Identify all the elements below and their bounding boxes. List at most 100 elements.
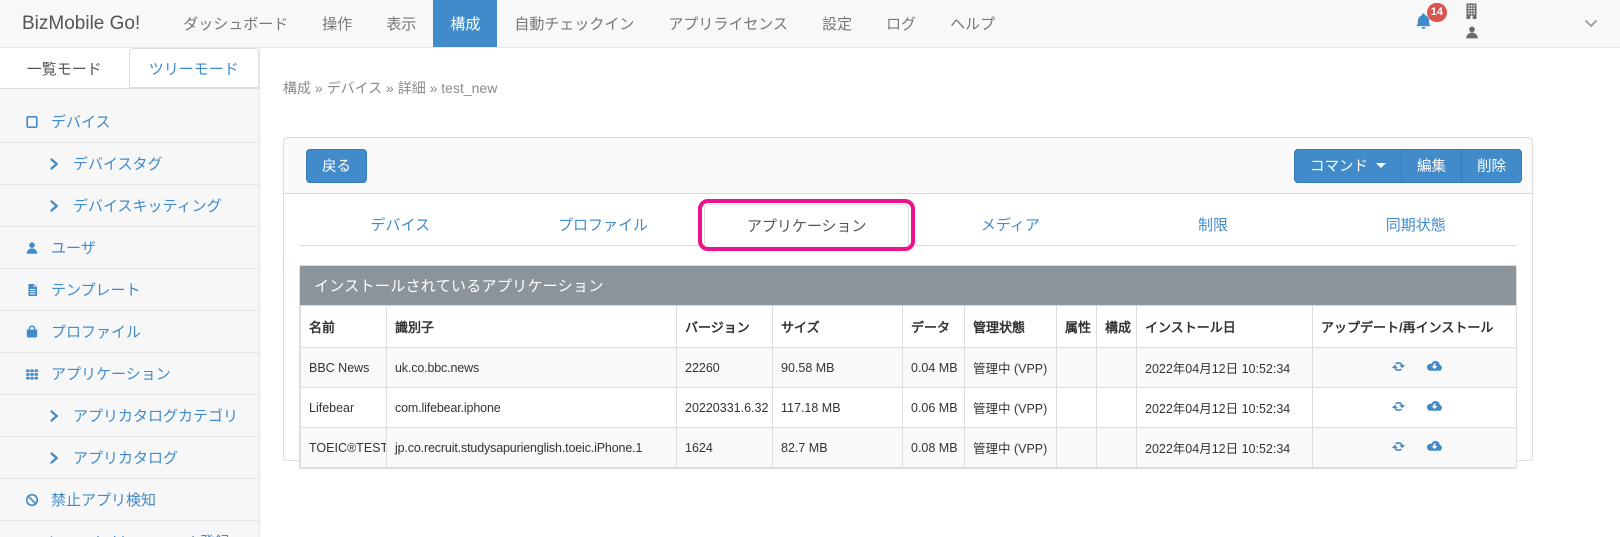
brand-logo[interactable]: BizMobile Go! bbox=[0, 0, 166, 47]
device-icon bbox=[22, 115, 42, 129]
cloud-download-icon bbox=[1426, 439, 1443, 456]
user-icon bbox=[22, 241, 42, 255]
column-header: データ bbox=[903, 306, 965, 348]
command-dropdown-button[interactable]: コマンド bbox=[1294, 149, 1402, 183]
detail-tab[interactable]: アプリケーション bbox=[704, 204, 909, 246]
delete-button[interactable]: 削除 bbox=[1462, 149, 1522, 183]
caret-down-icon bbox=[1376, 163, 1386, 168]
chevron-right-icon bbox=[44, 157, 64, 171]
update-app-button[interactable] bbox=[1391, 439, 1406, 457]
column-header: インストール日 bbox=[1137, 306, 1313, 348]
sidebar-item[interactable]: デバイス bbox=[0, 101, 259, 143]
detail-tab[interactable]: 同期状態 bbox=[1314, 204, 1517, 246]
detail-tab[interactable]: デバイス bbox=[299, 204, 502, 246]
back-button[interactable]: 戻る bbox=[306, 149, 367, 183]
nav-item[interactable]: ダッシュボード bbox=[166, 0, 305, 47]
detail-tab[interactable]: メディア bbox=[909, 204, 1112, 246]
sidebar-item[interactable]: アプリカタログ bbox=[0, 437, 259, 479]
sidebar-item[interactable]: アプリカタログカテゴリ bbox=[0, 395, 259, 437]
panel-toolbar: 戻る コマンド 編集 削除 bbox=[284, 138, 1532, 194]
reinstall-app-button[interactable] bbox=[1426, 399, 1443, 416]
apps-icon bbox=[22, 367, 42, 381]
sidebar-item-label: デバイスキッティング bbox=[73, 195, 222, 216]
cell-name: BBC News bbox=[301, 348, 387, 388]
cell-name: TOEIC®TEST bbox=[301, 428, 387, 468]
detail-tab-label: アプリケーション bbox=[747, 215, 867, 236]
detail-tab-label: メディア bbox=[981, 214, 1040, 235]
tab-tree-mode[interactable]: ツリーモード bbox=[129, 48, 260, 88]
main-menu: ダッシュボード操作表示構成自動チェックインアプリライセンス設定ログヘルプ bbox=[166, 0, 1012, 47]
column-header: 管理状態 bbox=[965, 306, 1057, 348]
organization-user-button[interactable] bbox=[1464, 3, 1479, 44]
cell-data: 0.08 MB bbox=[903, 428, 965, 468]
chevron-right-icon bbox=[44, 199, 64, 213]
detail-tab[interactable]: プロファイル bbox=[502, 204, 705, 246]
reinstall-app-button[interactable] bbox=[1426, 439, 1443, 456]
sidebar: 一覧モードツリーモード デバイスデバイスタグデバイスキッティングユーザテンプレー… bbox=[0, 48, 260, 537]
nav-item[interactable]: ヘルプ bbox=[933, 0, 1012, 47]
edit-button[interactable]: 編集 bbox=[1402, 149, 1462, 183]
device-detail-panel: 戻る コマンド 編集 削除 デバイス プロファイル アプリケーション メディア 制限 同期… bbox=[283, 137, 1533, 461]
cell-size: 117.18 MB bbox=[773, 388, 903, 428]
detail-tab-label: 制限 bbox=[1198, 214, 1228, 235]
navbar-right: 14 bbox=[1413, 0, 1620, 47]
cell-installed: 2022年04月12日 10:52:34 bbox=[1137, 348, 1313, 388]
column-header: アップデート/再インストール bbox=[1313, 306, 1518, 348]
cell-identifier: uk.co.bbc.news bbox=[387, 348, 677, 388]
column-header: サイズ bbox=[773, 306, 903, 348]
notifications-button[interactable]: 14 bbox=[1413, 12, 1434, 36]
sidebar-item[interactable]: アプリケーション bbox=[0, 353, 259, 395]
sidebar-item[interactable]: デバイスタグ bbox=[0, 143, 259, 185]
sidebar-item[interactable]: Android zero-touch登録 bbox=[0, 521, 259, 537]
cloud-download-icon bbox=[1426, 359, 1443, 376]
notification-badge: 14 bbox=[1427, 3, 1447, 22]
sidebar-item-label: テンプレート bbox=[51, 279, 141, 300]
refresh-icon bbox=[1391, 439, 1406, 457]
nav-item[interactable]: 操作 bbox=[305, 0, 369, 47]
sidebar-item[interactable]: プロファイル bbox=[0, 311, 259, 353]
cell-attr bbox=[1057, 348, 1097, 388]
installed-apps-panel: インストールされているアプリケーション 名前識別子バージョンサイズデータ管理状態… bbox=[299, 265, 1517, 469]
reinstall-app-button[interactable] bbox=[1426, 359, 1443, 376]
table-header-row: 名前識別子バージョンサイズデータ管理状態属性構成インストール日アップデート/再イ… bbox=[301, 306, 1518, 348]
sidebar-item-label: デバイスタグ bbox=[73, 153, 163, 174]
tab-list-mode[interactable]: 一覧モード bbox=[0, 48, 129, 88]
installed-apps-table: 名前識別子バージョンサイズデータ管理状態属性構成インストール日アップデート/再イ… bbox=[300, 305, 1517, 468]
nav-item[interactable]: 設定 bbox=[805, 0, 869, 47]
nav-item[interactable]: ログ bbox=[869, 0, 933, 47]
update-app-button[interactable] bbox=[1391, 399, 1406, 417]
nav-item[interactable]: 構成 bbox=[433, 0, 497, 47]
panel-body: デバイス プロファイル アプリケーション メディア 制限 同期状態 インストールされている… bbox=[284, 194, 1532, 484]
cell-data: 0.06 MB bbox=[903, 388, 965, 428]
nav-item[interactable]: 表示 bbox=[369, 0, 433, 47]
sidebar-item[interactable]: テンプレート bbox=[0, 269, 259, 311]
sidebar-mode-tabs: 一覧モードツリーモード bbox=[0, 48, 259, 89]
detail-tab-label: デバイス bbox=[371, 214, 431, 235]
building-icon bbox=[1464, 3, 1479, 25]
cell-installed: 2022年04月12日 10:52:34 bbox=[1137, 428, 1313, 468]
sidebar-item[interactable]: デバイスキッティング bbox=[0, 185, 259, 227]
chevron-down-icon bbox=[1584, 15, 1598, 33]
sidebar-item[interactable]: 禁止アプリ検知 bbox=[0, 479, 259, 521]
cell-attr bbox=[1057, 388, 1097, 428]
nav-item[interactable]: アプリライセンス bbox=[651, 0, 805, 47]
cell-size: 82.7 MB bbox=[773, 428, 903, 468]
cell-identifier: jp.co.recruit.studysapurienglish.toeic.i… bbox=[387, 428, 677, 468]
column-header: 構成 bbox=[1097, 306, 1137, 348]
nav-item[interactable]: 自動チェックイン bbox=[497, 0, 651, 47]
navbar-dropdown-button[interactable] bbox=[1584, 15, 1598, 33]
cell-actions bbox=[1313, 388, 1518, 428]
cell-actions bbox=[1313, 428, 1518, 468]
cell-size: 90.58 MB bbox=[773, 348, 903, 388]
cell-version: 1624 bbox=[677, 428, 773, 468]
column-header: バージョン bbox=[677, 306, 773, 348]
cell-config bbox=[1097, 348, 1137, 388]
detail-tab[interactable]: 制限 bbox=[1112, 204, 1315, 246]
column-header: 属性 bbox=[1057, 306, 1097, 348]
breadcrumb[interactable]: 構成 » デバイス » 詳細 » test_new bbox=[283, 78, 497, 98]
sidebar-item-label: デバイス bbox=[51, 111, 111, 132]
sidebar-item[interactable]: ユーザ bbox=[0, 227, 259, 269]
sidebar-item-label: プロファイル bbox=[51, 321, 141, 342]
update-app-button[interactable] bbox=[1391, 359, 1406, 377]
table-row: TOEIC®TESTjp.co.recruit.studysapuriengli… bbox=[301, 428, 1518, 468]
